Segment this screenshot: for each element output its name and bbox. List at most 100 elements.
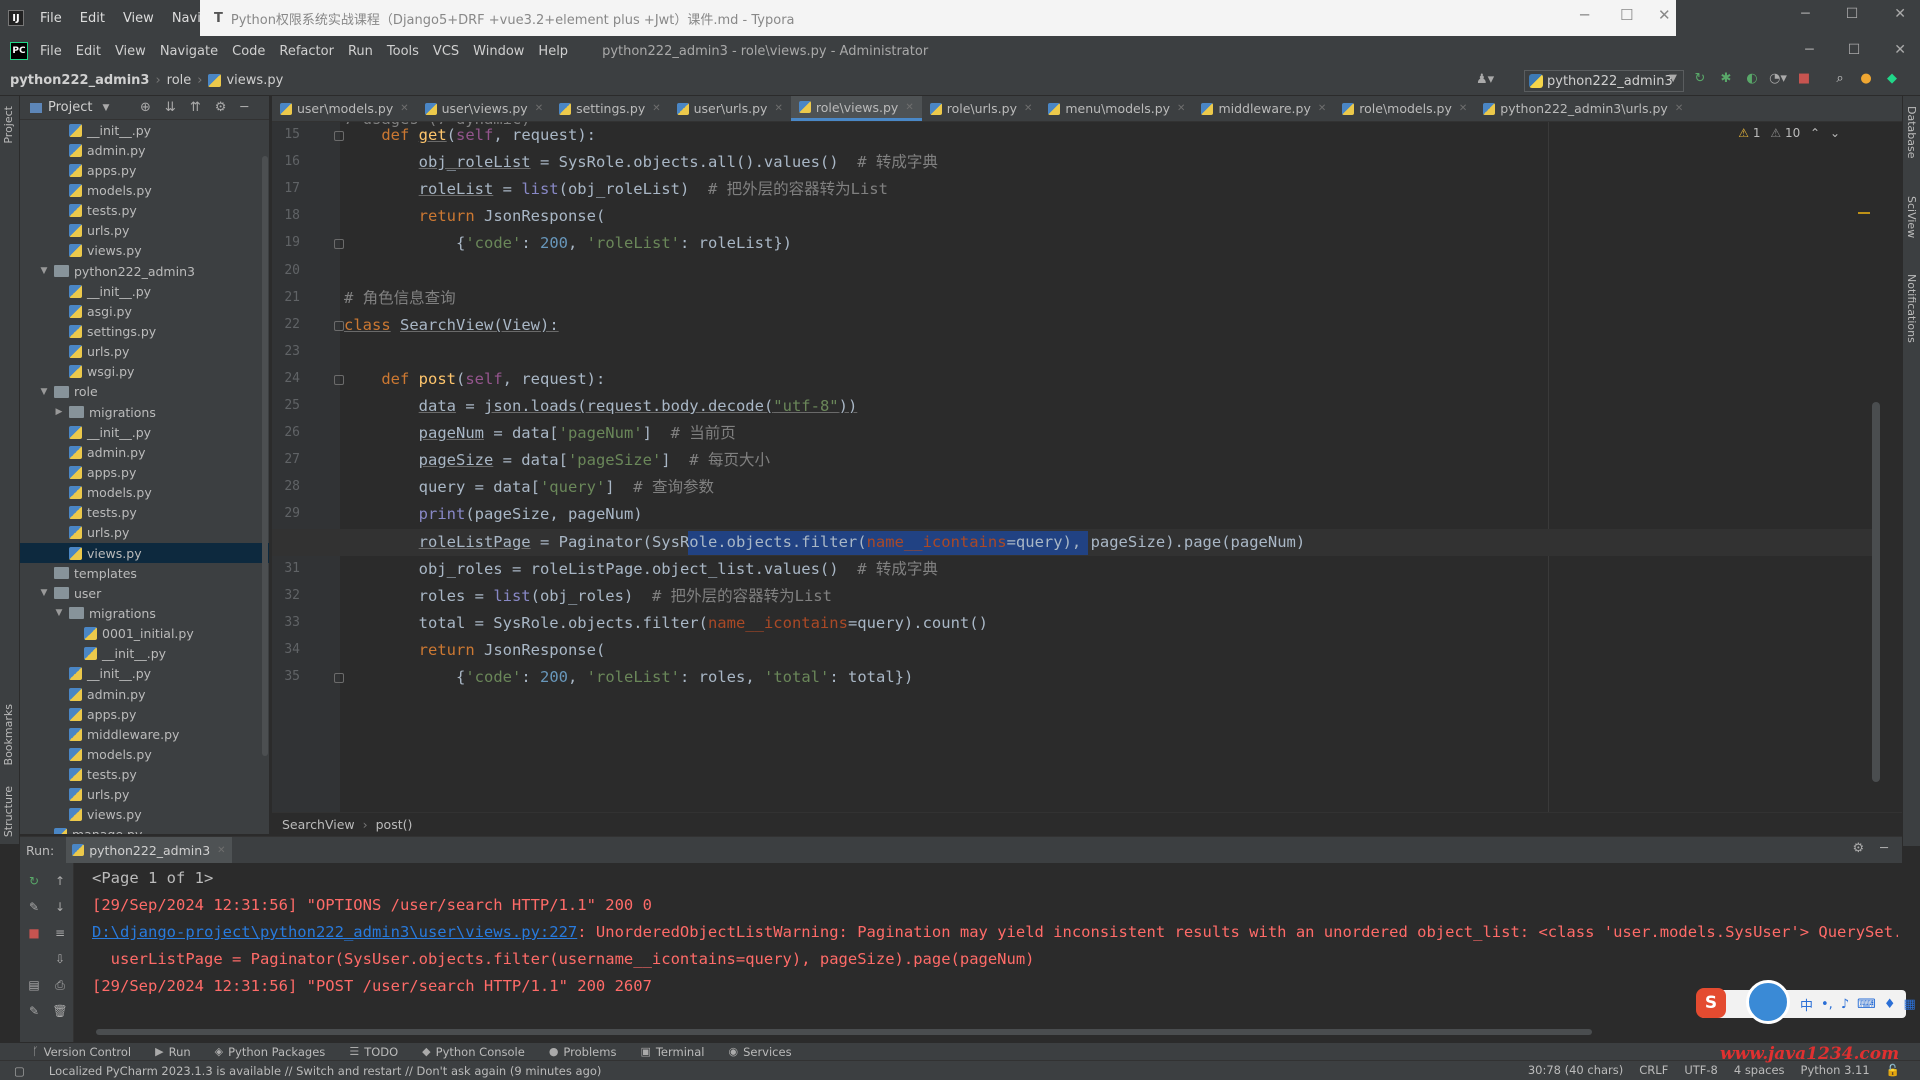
editor-tab[interactable]: role\views.py ✕: [790, 96, 922, 121]
code-line[interactable]: print(pageSize, pageNum): [344, 501, 643, 528]
tree-file[interactable]: views.py: [20, 241, 269, 261]
pin-icon[interactable]: ✎: [26, 1003, 42, 1019]
line-number[interactable]: 15: [272, 127, 300, 142]
typora-window-title[interactable]: T Python权限系统实战课程（Django5+DRF +vue3.2+ele…: [200, 0, 1676, 36]
rerun-icon[interactable]: ↻: [1692, 70, 1708, 86]
fold-marker-icon[interactable]: [334, 374, 344, 385]
minimize-icon[interactable]: ─: [1805, 42, 1813, 58]
collapse-all-icon[interactable]: ⇈: [190, 100, 201, 115]
line-number[interactable]: 18: [272, 208, 300, 223]
status-message[interactable]: Localized PyCharm 2023.1.3 is available …: [49, 1064, 602, 1078]
arrow-up-icon[interactable]: ↑: [52, 873, 68, 889]
typora-minimize-icon[interactable]: ─: [1580, 6, 1589, 24]
menu-view[interactable]: View: [115, 44, 146, 59]
line-number[interactable]: 24: [272, 371, 300, 386]
gear-icon[interactable]: ⚙: [215, 100, 227, 115]
code-editor[interactable]: 1516171819202122232425262728293031323334…: [272, 122, 1902, 812]
tree-file[interactable]: tests.py: [20, 503, 269, 523]
tree-file[interactable]: __init__.py: [20, 422, 269, 442]
tree-file[interactable]: views.py: [20, 542, 269, 564]
skin-icon[interactable]: ♦: [1884, 997, 1896, 1012]
tool-window-button[interactable]: ◈ Python Packages: [215, 1045, 326, 1059]
toolbox-icon[interactable]: ▦: [1904, 997, 1916, 1012]
editor-tab[interactable]: middleware.py ✕: [1193, 96, 1334, 121]
run-configuration-select[interactable]: python222_admin3 ▼: [1524, 70, 1684, 92]
nav-crumb-folder[interactable]: role: [167, 73, 192, 88]
hide-panel-icon[interactable]: ─: [240, 100, 248, 115]
tree-file[interactable]: admin.py: [20, 684, 269, 704]
tree-file[interactable]: __init__.py: [20, 120, 269, 140]
line-number[interactable]: 21: [272, 290, 300, 305]
coverage-icon[interactable]: ◐: [1744, 70, 1760, 86]
code-line[interactable]: query = data['query'] # 查询参数: [344, 474, 714, 501]
caret-position[interactable]: 30:78 (40 chars): [1528, 1063, 1623, 1077]
console-line[interactable]: <Page 1 of 1>: [92, 865, 1898, 892]
tree-folder[interactable]: templates: [20, 563, 269, 583]
editor-tab[interactable]: role\urls.py ✕: [922, 96, 1041, 121]
menu-run[interactable]: Run: [348, 44, 373, 59]
tree-file[interactable]: settings.py: [20, 321, 269, 341]
tree-file[interactable]: __init__.py: [20, 644, 269, 664]
hide-panel-icon[interactable]: ─: [1880, 841, 1888, 856]
project-panel-title[interactable]: Project: [48, 100, 92, 115]
menu-refactor[interactable]: Refactor: [279, 44, 334, 59]
tree-file[interactable]: asgi.py: [20, 301, 269, 321]
code-line[interactable]: {'code': 200, 'roleList': roleList}): [344, 230, 792, 257]
menu-window[interactable]: Window: [473, 44, 524, 59]
code-line[interactable]: pageNum = data['pageNum'] # 当前页: [344, 420, 736, 447]
ime-lang[interactable]: 中: [1800, 995, 1813, 1014]
chevron-down-icon[interactable]: ▼: [38, 387, 50, 397]
line-number[interactable]: 25: [272, 398, 300, 413]
tree-folder[interactable]: ▶ migrations: [20, 402, 269, 422]
tool-window-button[interactable]: ● Problems: [549, 1045, 617, 1059]
chevron-right-icon[interactable]: ▶: [53, 407, 65, 417]
tree-file[interactable]: models.py: [20, 744, 269, 764]
expand-all-icon[interactable]: ⇊: [165, 100, 176, 115]
code-line[interactable]: total = SysRole.objects.filter(name__ico…: [344, 610, 988, 637]
database-tool-button[interactable]: Database: [1905, 106, 1918, 159]
code-area[interactable]: 7 usages (7 dynamic) def get(self, reque…: [272, 122, 1872, 812]
tree-folder[interactable]: ▼ user: [20, 583, 269, 603]
line-number[interactable]: 32: [272, 588, 300, 603]
code-line[interactable]: class SearchView(View):: [344, 312, 559, 339]
run-tab[interactable]: python222_admin3 ✕: [66, 837, 232, 863]
close-tab-icon[interactable]: ✕: [652, 103, 660, 114]
tool-window-button[interactable]: ☰ TODO: [349, 1045, 398, 1059]
menu-navigate[interactable]: Navigate: [160, 44, 218, 59]
menu-edit[interactable]: Edit: [76, 44, 101, 59]
chevron-down-icon[interactable]: ▼: [38, 588, 50, 598]
line-number[interactable]: 23: [272, 344, 300, 359]
chevron-down-icon[interactable]: ▼: [102, 103, 109, 113]
tree-file[interactable]: manage.py: [20, 825, 269, 834]
tree-file[interactable]: 0001_initial.py: [20, 624, 269, 644]
tool-window-button[interactable]: ᚴ Version Control: [32, 1045, 131, 1059]
tree-folder[interactable]: ▼ migrations: [20, 603, 269, 623]
tree-file[interactable]: urls.py: [20, 342, 269, 362]
menu-vcs[interactable]: VCS: [433, 44, 459, 59]
outer-menu-file[interactable]: File: [40, 11, 62, 26]
nav-crumb-project[interactable]: python222_admin3: [10, 73, 149, 88]
user-icon[interactable]: ♟▾: [1476, 72, 1494, 87]
tool-window-button[interactable]: ▣ Terminal: [640, 1045, 704, 1059]
typora-maximize-icon[interactable]: ☐: [1620, 6, 1633, 24]
close-tab-icon[interactable]: ✕: [1177, 103, 1185, 114]
trash-icon[interactable]: 🗑: [52, 1003, 68, 1019]
menu-file[interactable]: File: [40, 44, 62, 59]
code-line[interactable]: obj_roleList = SysRole.objects.all().val…: [344, 149, 938, 176]
close-tab-icon[interactable]: ✕: [535, 103, 543, 114]
close-tab-icon[interactable]: ✕: [905, 102, 913, 113]
editor-tab[interactable]: python222_admin3\urls.py ✕: [1475, 96, 1691, 121]
tree-file[interactable]: apps.py: [20, 704, 269, 724]
tool-window-button[interactable]: ◆ Python Console: [422, 1045, 525, 1059]
jetbrains-icon[interactable]: ◆: [1884, 70, 1900, 86]
search-icon[interactable]: ⌕: [1832, 70, 1848, 86]
sciview-tool-button[interactable]: SciView: [1905, 196, 1918, 238]
close-tab-icon[interactable]: ✕: [1675, 103, 1683, 114]
editor-tab[interactable]: role\models.py ✕: [1334, 96, 1475, 121]
tree-file[interactable]: urls.py: [20, 523, 269, 543]
file-encoding[interactable]: UTF-8: [1684, 1063, 1718, 1077]
close-tab-icon[interactable]: ✕: [774, 103, 782, 114]
editor-scrollbar[interactable]: [1872, 402, 1880, 782]
maximize-icon[interactable]: ☐: [1848, 42, 1861, 58]
code-line[interactable]: def get(self, request):: [344, 122, 596, 149]
